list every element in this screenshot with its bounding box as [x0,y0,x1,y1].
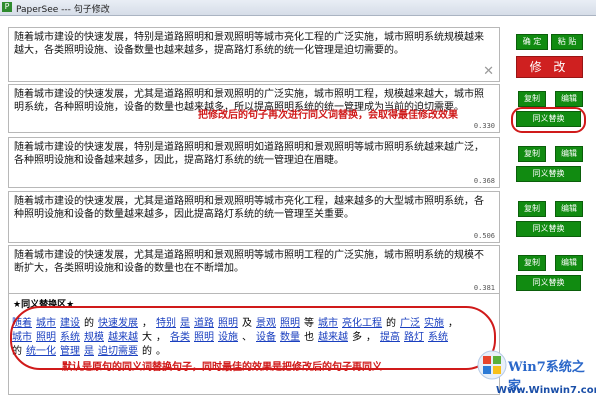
copy-button-4[interactable]: 复制 [518,255,546,271]
result-text-2[interactable]: 随着城市建设的快速发展，特别是道路照明和景观照明如道路照明和景观照明等城市照明系… [14,141,493,167]
clear-icon[interactable]: ✕ [483,64,494,79]
source-text-panel[interactable]: 随着城市建设的快速发展，特别是道路照明和景观照明等城市亮化工程的广泛实施，城市照… [8,27,500,82]
edit-button-4[interactable]: 编辑 [555,255,583,271]
replace-button-4[interactable]: 同义替换 [516,275,581,291]
result-panel-2[interactable]: 随着城市建设的快速发展，特别是道路照明和景观照明如道路照明和景观照明等城市照明系… [8,137,500,188]
replace-button-3[interactable]: 同义替换 [516,221,581,237]
source-text[interactable]: 随着城市建设的快速发展，特别是道路照明和景观照明等城市亮化工程的广泛实施，城市照… [14,31,493,57]
result-score-2: 0.368 [473,177,495,185]
edit-button-3[interactable]: 编辑 [555,201,583,217]
app-icon: P [2,2,12,12]
result-score-1: 0.330 [473,122,495,130]
annotation-top: 把修改后的句子再次进行同义词替换，会取得最佳修改效果 [198,110,458,121]
modify-button[interactable]: 修 改 [516,56,583,78]
result-text-4[interactable]: 随着城市建设的快速发展，尤其是道路照明和景观照明等城市照明工程的广泛实施，城市照… [14,249,493,275]
annotation-bottom: 默认是原句的同义词替换句子，同时最佳的效果是把修改后的句子再同义 [62,362,382,373]
result-score-3: 0.506 [473,232,495,240]
window-title: PaperSee --- 句子修改 [16,5,110,15]
replace-button-2[interactable]: 同义替换 [516,166,581,182]
copy-button-2[interactable]: 复制 [518,146,546,162]
title-bar: P PaperSee --- 句子修改 [0,0,596,16]
copy-button-3[interactable]: 复制 [518,201,546,217]
edit-button-2[interactable]: 编辑 [555,146,583,162]
result-score-4: 0.381 [473,284,495,292]
copy-button-1[interactable]: 复制 [518,91,546,107]
watermark-url: Www.Winwin7.com [496,385,596,396]
highlight-oval-replace [511,107,586,133]
result-panel-3[interactable]: 随着城市建设的快速发展，尤其是道路照明和景观照明等城市亮化工程，越来越多的大型城… [8,191,500,243]
result-text-3[interactable]: 随着城市建设的快速发展，尤其是道路照明和景观照明等城市亮化工程，越来越多的大型城… [14,195,493,221]
edit-button-1[interactable]: 编辑 [555,91,583,107]
confirm-button[interactable]: 确 定 [516,34,548,50]
paste-button[interactable]: 粘 贴 [551,34,583,50]
result-panel-4[interactable]: 随着城市建设的快速发展，尤其是道路照明和景观照明等城市照明工程的广泛实施，城市照… [8,245,500,295]
